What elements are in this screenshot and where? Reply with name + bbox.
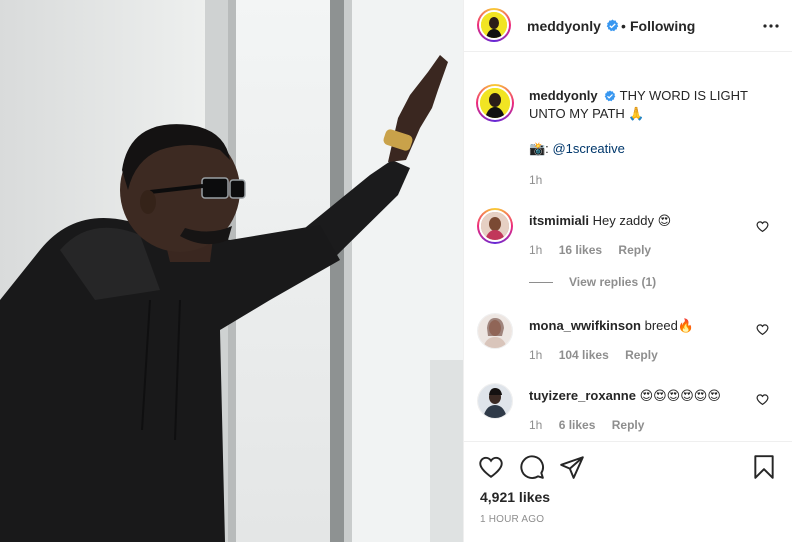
view-replies-link[interactable]: View replies (1) [529,275,656,289]
comment-time[interactable]: 1h [529,348,542,362]
reply-button[interactable]: Reply [612,418,645,432]
author-username[interactable]: meddyonly [527,18,601,34]
share-icon[interactable] [559,454,585,480]
comment-likes[interactable]: 16 likes [559,243,602,257]
instagram-post-modal: meddyonly • Following meddyonly THY WORD… [0,0,792,542]
comment-meta: 1h 16 likes Reply [529,243,664,257]
caption-username[interactable]: meddyonly [529,88,598,103]
view-replies-label: View replies (1) [569,275,657,289]
verified-badge-icon [606,19,619,32]
post-side-panel: meddyonly • Following meddyonly THY WORD… [463,0,792,542]
heart-icon[interactable] [756,323,769,336]
reply-button[interactable]: Reply [625,348,658,362]
comment-time[interactable]: 1h [529,418,542,432]
comment-meta: 1h 6 likes Reply [529,418,657,432]
comment-text-block: itsmimiali Hey zaddy 😍 [529,212,759,230]
comment-likes[interactable]: 104 likes [559,348,609,362]
reply-button[interactable]: Reply [618,243,651,257]
caption-time[interactable]: 1h [529,173,542,187]
comment-username[interactable]: tuyizere_roxanne [529,388,636,403]
heart-icon[interactable] [478,454,504,480]
header-separator: • [621,18,626,34]
heart-icon[interactable] [756,393,769,406]
post-header: meddyonly • Following [464,0,792,52]
caption-meta: 1h [529,173,555,187]
post-photo[interactable] [0,0,463,542]
comments-list[interactable]: meddyonly THY WORD IS LIGHT UNTO MY PATH… [464,53,792,441]
comment-text-block: tuyizere_roxanne 😍😍😍😍😍😍 [529,387,759,405]
caption-credit-handle[interactable]: @1screative [552,141,624,156]
caption-text-block: meddyonly THY WORD IS LIGHT UNTO MY PATH… [529,87,759,123]
comment-likes[interactable]: 6 likes [559,418,596,432]
comment-text: Hey zaddy 😍 [592,213,672,228]
more-options-icon[interactable] [761,17,781,35]
heart-icon[interactable] [756,220,769,233]
post-actions-bar: 4,921 likes 1 HOUR AGO [464,441,792,542]
caption-author-avatar[interactable] [476,84,514,122]
commenter-avatar[interactable] [477,313,513,349]
post-photo-illustration [0,0,463,542]
caption-credit-prefix: 📸: [529,141,549,156]
comment-text: 😍😍😍😍😍😍 [639,388,721,403]
verified-badge-icon [604,90,616,102]
author-avatar[interactable] [477,8,511,42]
comment-icon[interactable] [519,454,545,480]
caption-credit: 📸: @1screative [529,140,759,158]
comment-text: breed🔥 [644,318,695,333]
following-button[interactable]: Following [630,18,695,34]
comment-meta: 1h 104 likes Reply [529,348,671,362]
likes-count[interactable]: 4,921 likes [480,489,550,505]
comment-username[interactable]: itsmimiali [529,213,589,228]
post-timestamp[interactable]: 1 HOUR AGO [480,514,544,525]
bookmark-icon[interactable] [751,454,777,480]
view-replies-divider [529,282,553,284]
comment-time[interactable]: 1h [529,243,542,257]
comment-username[interactable]: mona_wwifkinson [529,318,641,333]
commenter-avatar[interactable] [477,208,513,244]
comment-text-block: mona_wwifkinson breed🔥 [529,317,759,335]
commenter-avatar[interactable] [477,383,513,419]
